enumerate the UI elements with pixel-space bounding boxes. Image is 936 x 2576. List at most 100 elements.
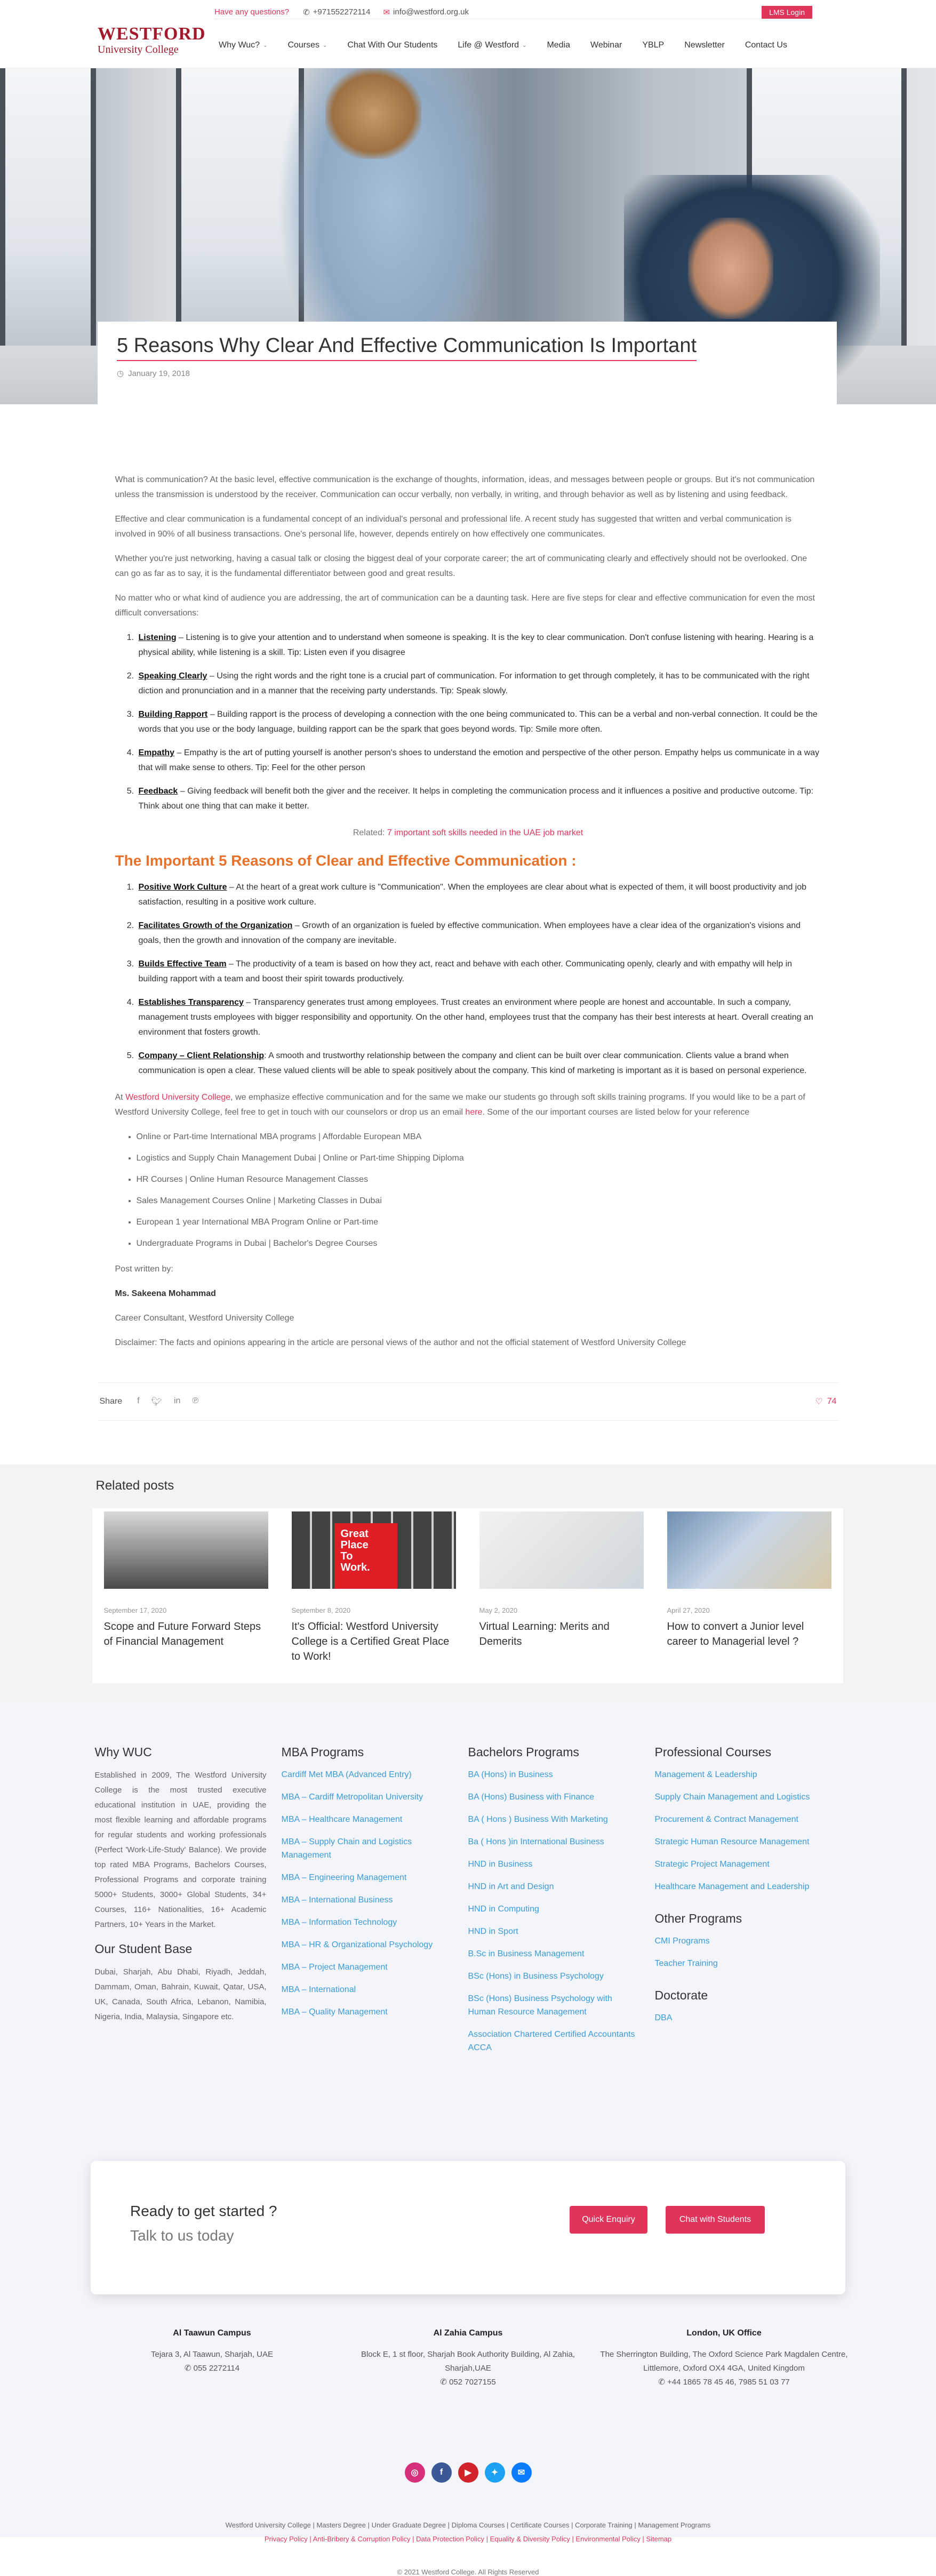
cta-box: Ready to get started ? Talk to us today … (91, 2161, 845, 2294)
campus-phone[interactable]: ✆ 055 2272114 (84, 2362, 340, 2375)
chevron-down-icon: ⌄ (263, 42, 268, 49)
facebook-share-icon[interactable]: f (137, 1396, 139, 1407)
related-post-image[interactable] (479, 1511, 644, 1589)
author-name: Ms. Sakeena Mohammad (115, 1289, 216, 1298)
steps-list: Listening – Listening is to give your at… (137, 630, 821, 814)
nav-item[interactable]: Media (547, 41, 570, 50)
related-posts-section: Related posts September 17, 2020 Scope an… (0, 1465, 936, 1702)
nav-label: Media (547, 41, 571, 50)
facebook-icon[interactable]: f (431, 2462, 452, 2483)
course-link[interactable]: Online or Part-time International MBA pr… (137, 1130, 821, 1145)
nav-item[interactable]: Webinar (590, 41, 622, 50)
nav-item[interactable]: Chat With Our Students (347, 41, 437, 50)
lms-login-button[interactable]: LMS Login (762, 5, 812, 19)
related-post-image[interactable]: Great Place To Work. (291, 1511, 456, 1589)
footer-link[interactable]: MBA – Project Management (282, 1961, 453, 1974)
related-prefix: Related: (353, 828, 385, 837)
footer-link[interactable]: BA (Hons) in Business (468, 1768, 640, 1781)
list-item: Listening – Listening is to give your at… (137, 630, 821, 660)
footer-link[interactable]: MBA – Quality Management (282, 2005, 453, 2019)
twitter-share-icon[interactable]: 🐦︎ (151, 1396, 162, 1407)
footer-link[interactable]: BSc (Hons) in Business Psychology (468, 1970, 640, 1983)
related-post-image[interactable] (103, 1511, 268, 1589)
footer-link[interactable]: CMI Programs (655, 1934, 827, 1948)
footer-link[interactable]: Supply Chain Management and Logistics (655, 1790, 827, 1804)
quick-enquiry-button[interactable]: Quick Enquiry (570, 2206, 647, 2234)
campus-phone[interactable]: ✆ +44 1865 78 45 46, 7985 51 03 77 (596, 2375, 852, 2389)
footer-link[interactable]: HND in Sport (468, 1925, 640, 1938)
nav-item[interactable]: Why Wuc? ⌄ (219, 41, 267, 50)
footer-link[interactable]: BA ( Hons ) Business With Marketing (468, 1813, 640, 1826)
footer-link[interactable]: Association Chartered Certified Accounta… (468, 2028, 640, 2054)
related-post-card[interactable]: May 2, 2020 Virtual Learning: Merits and … (467, 1508, 655, 1683)
pinterest-share-icon[interactable]: ℗ (192, 1396, 198, 1407)
policy-links[interactable]: Privacy Policy | Anti-Bribery & Corrupti… (0, 2532, 936, 2546)
footer-link[interactable]: MBA – International Business (282, 1893, 453, 1907)
campus-phone[interactable]: ✆ 052 7027155 (340, 2375, 596, 2389)
nav-item[interactable]: Courses ⌄ (287, 41, 327, 50)
linkedin-share-icon[interactable]: in (174, 1396, 180, 1407)
youtube-icon[interactable]: ▶ (458, 2462, 478, 2483)
footer-link[interactable]: MBA – Healthcare Management (282, 1813, 453, 1826)
like-button[interactable]: ♡ 74 (815, 1396, 836, 1407)
footer-link[interactable]: Strategic Human Resource Management (655, 1835, 827, 1849)
footer-link[interactable]: BA (Hons) Business with Finance (468, 1790, 640, 1804)
footer-link[interactable]: Management & Leadership (655, 1768, 827, 1781)
related-post-title[interactable]: Virtual Learning: Merits and Demerits (479, 1619, 644, 1649)
site-logo[interactable]: WESTFORD University College (98, 25, 206, 56)
footer-link[interactable]: Ba ( Hons )in International Business (468, 1835, 640, 1849)
related-post-title[interactable]: How to convert a Junior level career to … (667, 1619, 831, 1649)
phone-link[interactable]: ✆ +971552272114 (303, 7, 370, 17)
footer-link[interactable]: Procurement & Contract Management (655, 1813, 827, 1826)
instagram-icon[interactable]: ◎ (404, 2462, 425, 2483)
footer-link[interactable]: Healthcare Management and Leadership (655, 1880, 827, 1893)
footer-link[interactable]: Strategic Project Management (655, 1858, 827, 1871)
twitter-icon[interactable]: ✦ (484, 2462, 505, 2483)
footer-link[interactable]: Cardiff Met MBA (Advanced Entry) (282, 1768, 453, 1781)
footer-link[interactable]: MBA – HR & Organizational Psychology (282, 1938, 453, 1951)
course-link[interactable]: HR Courses | Online Human Resource Manag… (137, 1172, 821, 1187)
footer-links-line: Westford University College | Masters De… (225, 2521, 711, 2529)
footer-link[interactable]: MBA – Cardiff Metropolitan University (282, 1790, 453, 1804)
messenger-icon[interactable]: ✉ (511, 2462, 532, 2483)
post-by: Post written by: (115, 1265, 173, 1274)
nav-item[interactable]: Life @ Westford ⌄ (458, 41, 526, 50)
course-link[interactable]: European 1 year International MBA Progra… (137, 1215, 821, 1230)
related-post-title[interactable]: Scope and Future Forward Steps of Financ… (104, 1619, 268, 1649)
footer-link[interactable]: MBA – Information Technology (282, 1916, 453, 1929)
chat-with-students-button[interactable]: Chat with Students (666, 2206, 765, 2234)
paragraph: Whether you're just networking, having a… (115, 554, 807, 578)
course-link[interactable]: Sales Management Courses Online | Market… (137, 1194, 821, 1209)
footer-link[interactable]: Teacher Training (655, 1957, 827, 1970)
footer-link[interactable]: MBA – Engineering Management (282, 1871, 453, 1884)
related-post-image[interactable] (667, 1511, 831, 1589)
list-text: – Giving feedback will benefit both the … (138, 787, 814, 811)
footer-link[interactable]: HND in Computing (468, 1902, 640, 1916)
list-text: – Building rapport is the process of dev… (138, 710, 818, 734)
email-link[interactable]: ✉ info@westford.org.uk (383, 7, 469, 17)
nav-item[interactable]: Newsletter (684, 41, 725, 50)
related-posts-heading: Related posts (95, 1478, 174, 1493)
footer-link[interactable]: HND in Business (468, 1858, 640, 1871)
email-here-link[interactable]: here (465, 1108, 482, 1117)
closing-text: . Some of the our important courses are … (482, 1108, 750, 1117)
footer-link[interactable]: B.Sc in Business Management (468, 1947, 640, 1961)
great-place-badge: Great Place To Work. (334, 1523, 397, 1589)
footer-link[interactable]: DBA (655, 2011, 827, 2025)
footer-link[interactable]: BSc (Hons) Business Psychology with Huma… (468, 1992, 640, 2019)
nav-item[interactable]: YBLP (642, 41, 664, 50)
related-article-link[interactable]: 7 important soft skills needed in the UA… (387, 828, 583, 837)
nav-item[interactable]: Contact Us (745, 41, 787, 50)
related-post-card[interactable]: September 17, 2020 Scope and Future Forwa… (92, 1508, 280, 1683)
badge-word: Great (340, 1528, 369, 1540)
list-term: Speaking Clearly (138, 671, 207, 681)
footer-link[interactable]: MBA – International (282, 1983, 453, 1996)
course-link[interactable]: Undergraduate Programs in Dubai | Bachel… (137, 1236, 821, 1251)
footer-link[interactable]: HND in Art and Design (468, 1880, 640, 1893)
related-post-card[interactable]: Great Place To Work. September 8, 2020 It's O… (279, 1508, 468, 1683)
related-post-title[interactable]: It's Official: Westford University Colle… (292, 1619, 456, 1664)
course-link[interactable]: Logistics and Supply Chain Management Du… (137, 1151, 821, 1166)
footer-link[interactable]: MBA – Supply Chain and Logistics Managem… (282, 1835, 453, 1862)
westford-link[interactable]: Westford University College (125, 1093, 230, 1102)
related-post-card[interactable]: April 27, 2020 How to convert a Junior le… (655, 1508, 843, 1683)
